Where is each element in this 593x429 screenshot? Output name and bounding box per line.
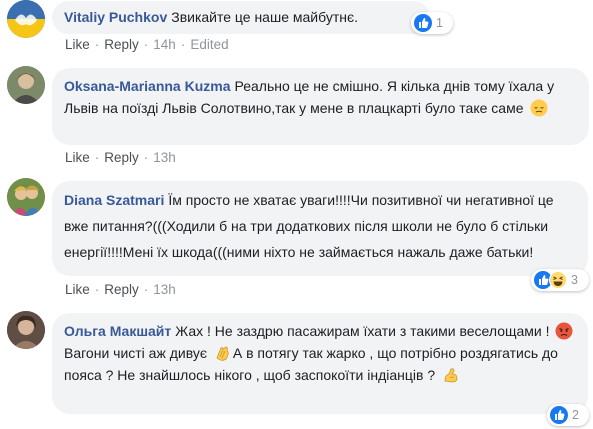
like-link[interactable]: Like <box>65 150 90 165</box>
avatar-image <box>7 66 45 104</box>
reaction-summary[interactable]: 3 <box>531 269 589 291</box>
comment-author[interactable]: Vitaliy Puchkov <box>64 9 167 25</box>
reaction-summary[interactable]: 1 <box>411 12 453 34</box>
comment-text-part: Жах ! Не заздрю пасажирам їхати з такими… <box>175 323 550 339</box>
comment-text: Звикайте це наше майбутнє. <box>171 9 358 25</box>
clapping-hands-emoji <box>216 346 229 361</box>
like-link[interactable]: Like <box>65 282 90 297</box>
comment-bubble: Vitaliy Puchkov Звикайте це наше майбутнє… <box>52 1 430 34</box>
avatar[interactable] <box>7 311 45 349</box>
reaction-count: 3 <box>571 273 578 287</box>
pensive-emoji <box>530 99 548 117</box>
avatar-image <box>7 0 45 38</box>
comment-author[interactable]: Ольга Макшайт <box>64 323 171 339</box>
edited-label[interactable]: Edited <box>190 37 228 52</box>
avatar[interactable] <box>7 178 45 216</box>
reply-link[interactable]: Reply <box>104 37 139 52</box>
reaction-count: 2 <box>572 408 579 422</box>
timestamp[interactable]: 13h <box>153 150 176 165</box>
flexed-biceps-emoji <box>444 368 458 383</box>
comment-bubble: Diana Szatmari Їм просто не хватає уваги!… <box>52 181 588 276</box>
reply-link[interactable]: Reply <box>104 150 139 165</box>
timestamp[interactable]: 14h <box>153 37 176 52</box>
haha-icon <box>549 271 567 289</box>
reply-link[interactable]: Reply <box>104 282 139 297</box>
comment-author[interactable]: Diana Szatmari <box>64 192 164 208</box>
reaction-count: 1 <box>436 16 443 30</box>
comment-bubble: Oksana-Marianna Kuzma Реально це не смішн… <box>52 68 589 145</box>
comment-text-part: Вагони чисті аж дивує <box>64 345 207 361</box>
comment-bubble: Ольга Макшайт Жах ! Не заздрю пасажирам ї… <box>52 313 588 414</box>
reaction-summary[interactable]: 2 <box>547 404 589 426</box>
like-icon <box>550 406 568 424</box>
avatar-image <box>7 311 45 349</box>
comment-actions: Like · Reply · 14h · Edited <box>65 37 229 52</box>
timestamp[interactable]: 13h <box>153 282 176 297</box>
avatar[interactable] <box>7 66 45 104</box>
like-link[interactable]: Like <box>65 37 90 52</box>
angry-emoji <box>555 322 573 340</box>
comment-actions: Like · Reply · 13h <box>65 150 176 165</box>
comment-author[interactable]: Oksana-Marianna Kuzma <box>64 78 231 94</box>
like-icon <box>414 14 432 32</box>
avatar[interactable] <box>7 0 45 38</box>
avatar-image <box>7 178 45 216</box>
comment-actions: Like · Reply · 13h <box>65 282 176 297</box>
